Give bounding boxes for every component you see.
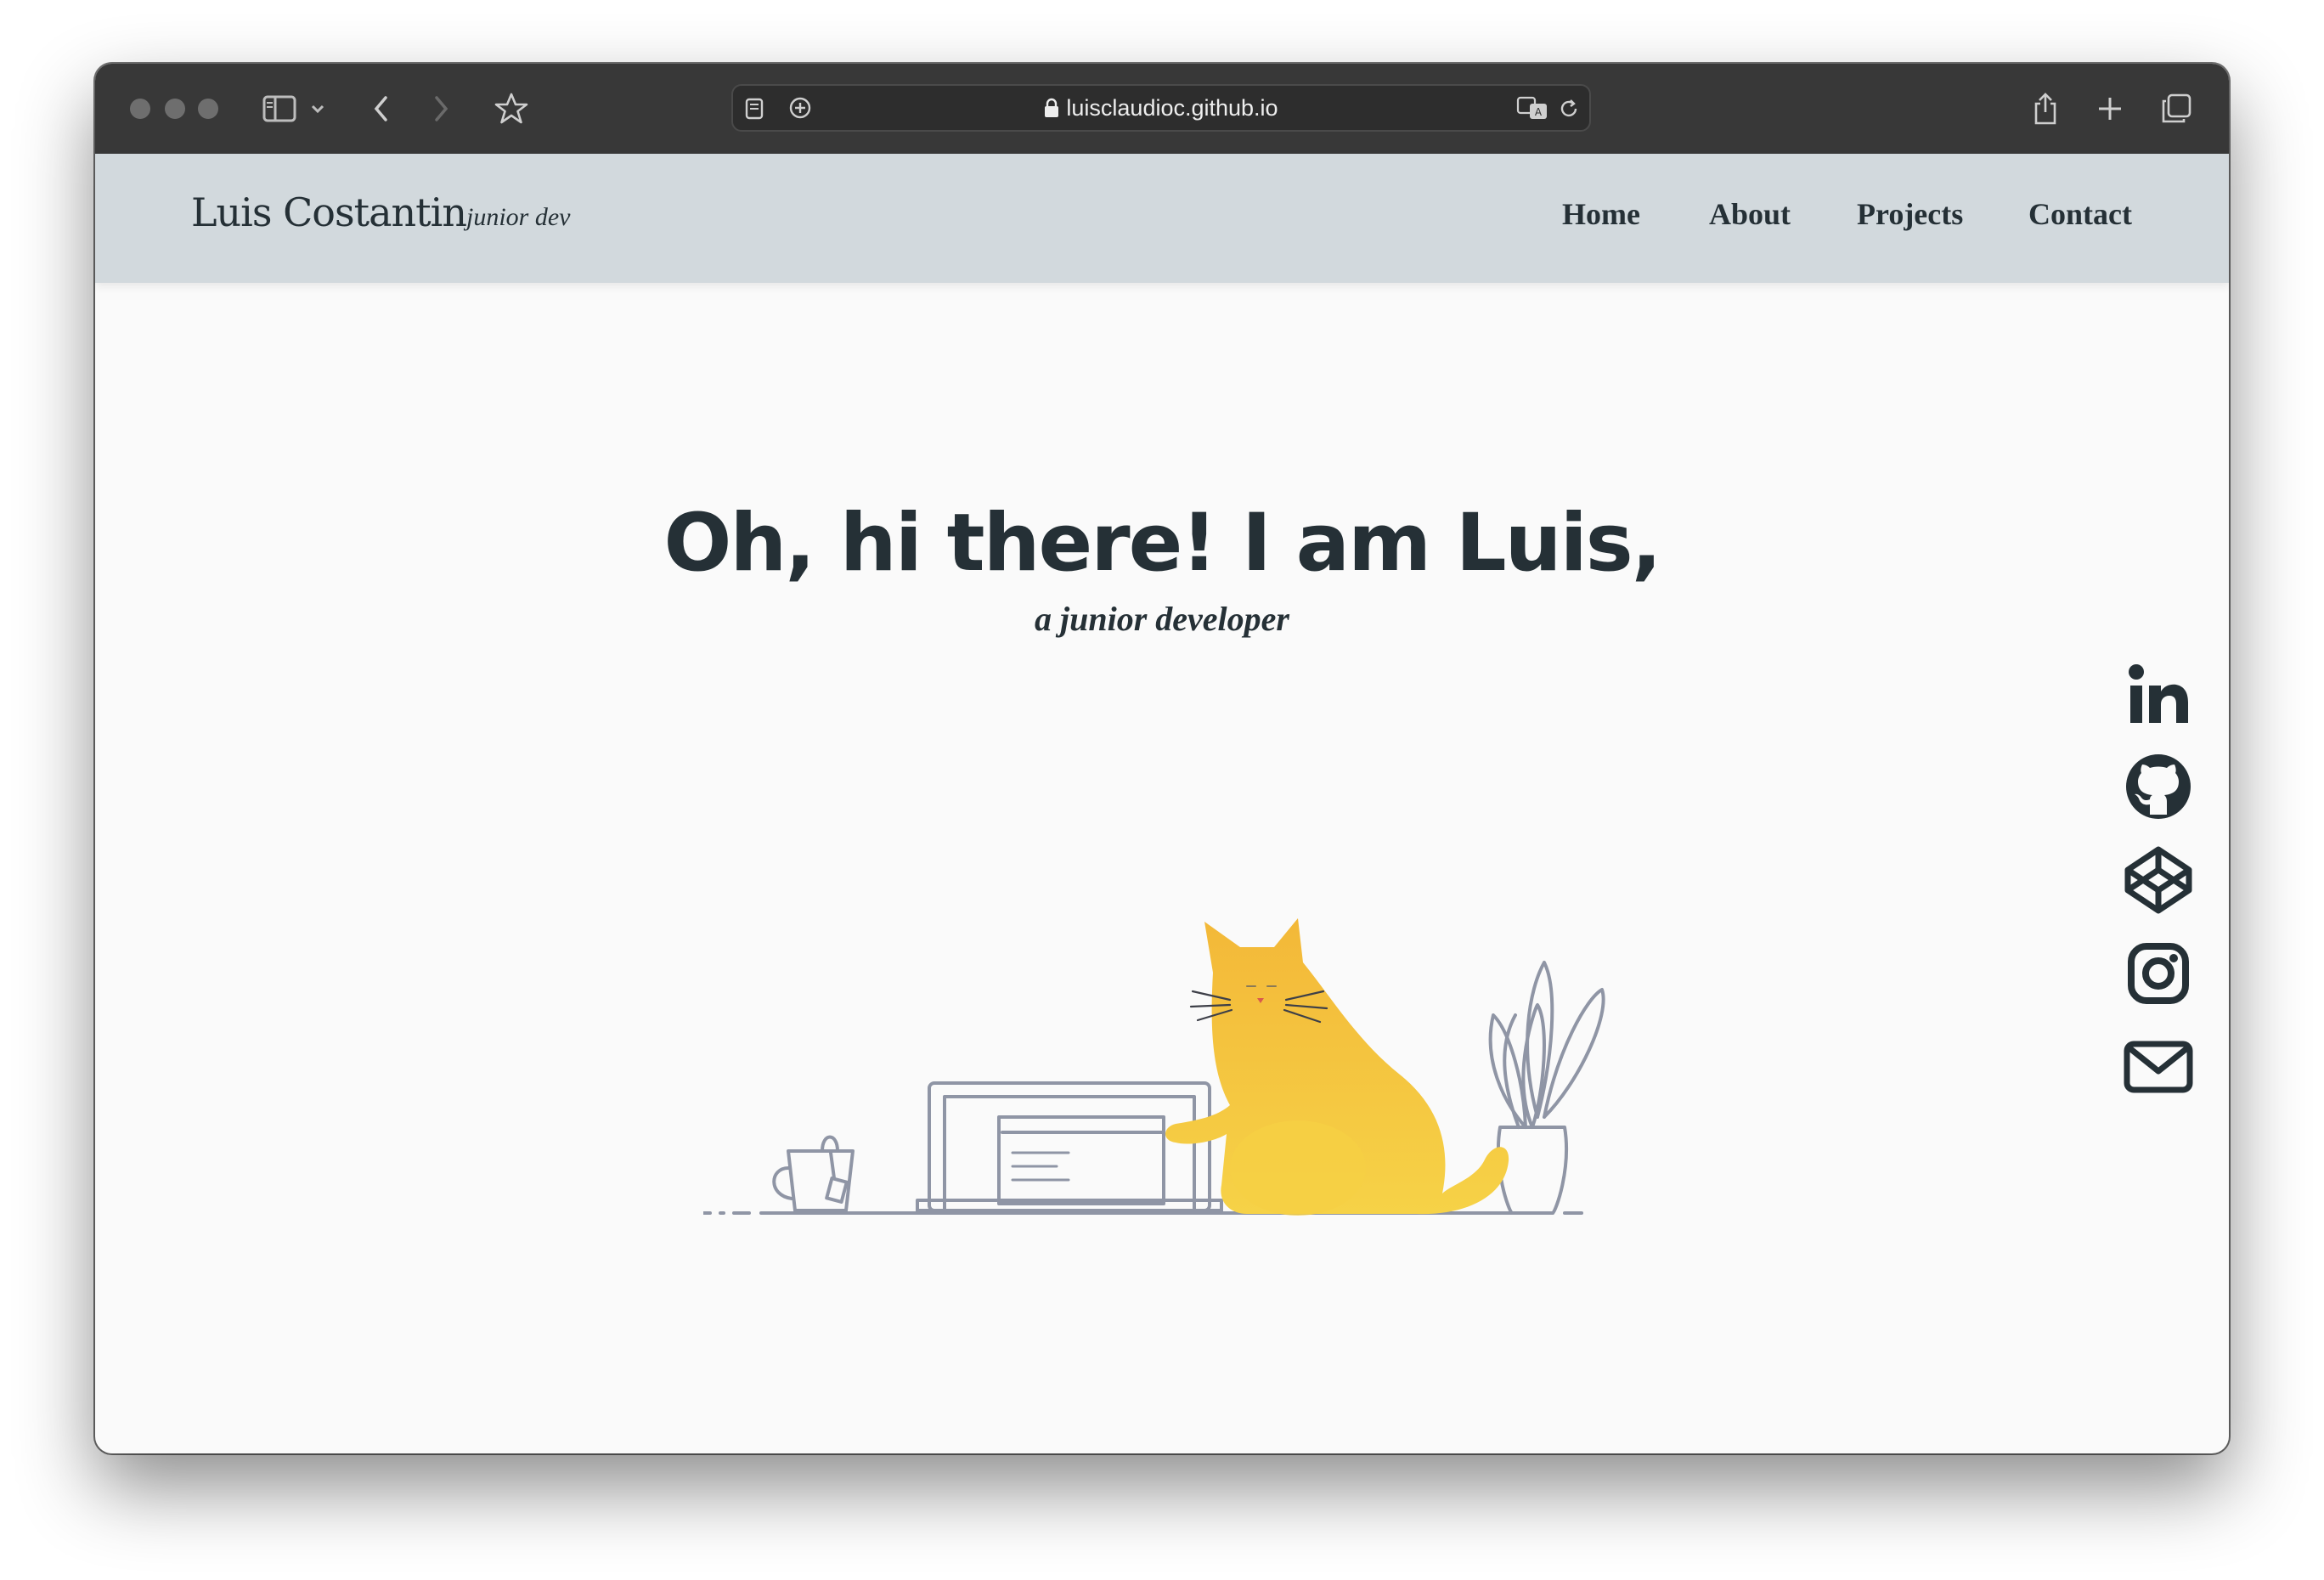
- codepen-icon: [2124, 846, 2192, 914]
- share-icon: [2034, 93, 2056, 125]
- sidebar-icon: [262, 95, 296, 122]
- back-button[interactable]: [369, 89, 394, 128]
- url-text: luisclaudioc.github.io: [733, 86, 1589, 130]
- site-tagline: junior dev: [466, 203, 571, 231]
- nav-home-link[interactable]: Home: [1562, 196, 1640, 232]
- instagram-icon: [2128, 943, 2189, 1004]
- address-bar[interactable]: luisclaudioc.github.io A: [731, 84, 1591, 132]
- svg-text:A: A: [1535, 106, 1543, 118]
- translate-icon: A: [1516, 96, 1547, 119]
- codepen-link[interactable]: [2124, 845, 2193, 915]
- chevron-right-icon: [435, 96, 448, 121]
- star-icon: [494, 93, 528, 124]
- instagram-link[interactable]: [2124, 939, 2193, 1008]
- lock-icon: [1045, 98, 1059, 117]
- minimize-window-button[interactable]: [165, 99, 185, 119]
- cat-laptop-illustration: [703, 918, 1605, 1216]
- site-brand[interactable]: Luis Costantin: [191, 189, 467, 235]
- github-icon: [2126, 754, 2191, 819]
- nav-contact-link[interactable]: Contact: [2028, 196, 2132, 232]
- reload-icon: [1560, 99, 1577, 117]
- share-button[interactable]: [2030, 89, 2061, 128]
- forward-button[interactable]: [428, 89, 454, 128]
- linkedin-icon: [2129, 664, 2188, 723]
- linkedin-link[interactable]: [2124, 658, 2193, 728]
- hero-title: Oh, hi there! I am Luis,: [663, 497, 1662, 590]
- github-link[interactable]: [2124, 752, 2193, 821]
- nav-projects-link[interactable]: Projects: [1857, 196, 1963, 232]
- sidebar-toggle-button[interactable]: [261, 89, 298, 128]
- browser-toolbar: luisclaudioc.github.io A: [95, 64, 2229, 154]
- sidebar-menu-button[interactable]: [308, 89, 327, 128]
- tabs-icon: [2162, 93, 2191, 123]
- site-navbar: Luis Costantin junior dev Home About Pro…: [95, 154, 2229, 283]
- mail-icon: [2124, 1041, 2193, 1093]
- bookmark-button[interactable]: [493, 89, 530, 128]
- plus-icon: [2099, 98, 2121, 120]
- hero-subtitle: a junior developer: [1035, 600, 1289, 638]
- browser-window: luisclaudioc.github.io A Luis Costantin …: [95, 64, 2229, 1453]
- chevron-down-icon: [311, 104, 324, 114]
- tab-overview-button[interactable]: [2159, 89, 2193, 128]
- chevron-left-icon: [374, 96, 387, 121]
- new-tab-button[interactable]: [2095, 89, 2125, 128]
- zoom-window-button[interactable]: [198, 99, 218, 119]
- email-link[interactable]: [2124, 1032, 2193, 1102]
- close-window-button[interactable]: [130, 99, 150, 119]
- nav-about-link[interactable]: About: [1709, 196, 1791, 232]
- cat-figure: [1165, 918, 1509, 1216]
